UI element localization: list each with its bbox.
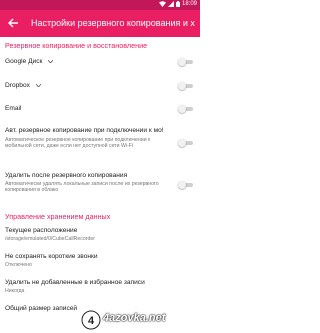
location-title: Текущее расположение: [5, 227, 78, 234]
location-subtitle: /storage/emulated/0/CubeCallRecorder: [5, 236, 95, 242]
signal-icon: [167, 1, 174, 7]
arrow-back-icon[interactable]: [7, 17, 19, 29]
section-backup-title: Резервное копирование и восстановление: [5, 41, 148, 50]
svg-text:4: 4: [88, 315, 95, 327]
chevron-down-icon: [35, 83, 41, 87]
short-calls-title: Не сохранять короткие звонки: [5, 253, 98, 260]
status-bar: 18:09: [0, 0, 200, 10]
section-storage-title: Управление хранением данных: [5, 212, 111, 221]
app-bar: Настройки резервного копирования и х: [0, 10, 200, 37]
watermark-logo-icon: 4: [81, 310, 101, 330]
delete-after-toggle[interactable]: [178, 181, 193, 189]
email-toggle[interactable]: [178, 105, 193, 113]
delete-after-title: Удалить после резервного копирования: [5, 172, 128, 179]
dropbox-label: Dropbox: [5, 82, 41, 89]
status-time: 18:09: [181, 1, 197, 7]
delete-unfav-title: Удалить не добавленные в избранное запис…: [5, 279, 145, 286]
status-icons: 18:09: [158, 1, 197, 7]
chevron-down-icon: [48, 59, 54, 63]
google-drive-toggle[interactable]: [178, 58, 193, 66]
page-title: Настройки резервного копирования и х: [31, 18, 195, 28]
auto-backup-toggle[interactable]: [178, 139, 193, 147]
wifi-icon: [158, 1, 166, 7]
total-size-title: Общий размер записей: [5, 305, 78, 312]
auto-backup-subtitle: Автоматическое резервное копирование при…: [5, 137, 151, 150]
dropbox-toggle[interactable]: [178, 82, 193, 90]
watermark-text: 4azovka.net: [103, 312, 166, 324]
email-label: Email: [5, 105, 22, 112]
battery-icon: [175, 1, 180, 7]
delete-unfav-subtitle: Никогда: [5, 288, 25, 294]
short-calls-subtitle: Отключено: [5, 262, 32, 268]
watermark: 4 4azovka.net: [81, 310, 196, 330]
auto-backup-title: Авт. резервное копирование при подключен…: [5, 127, 164, 134]
delete-after-subtitle: Автоматически удалять локальные записи п…: [5, 181, 159, 194]
google-drive-label: Google Диск: [5, 58, 54, 65]
